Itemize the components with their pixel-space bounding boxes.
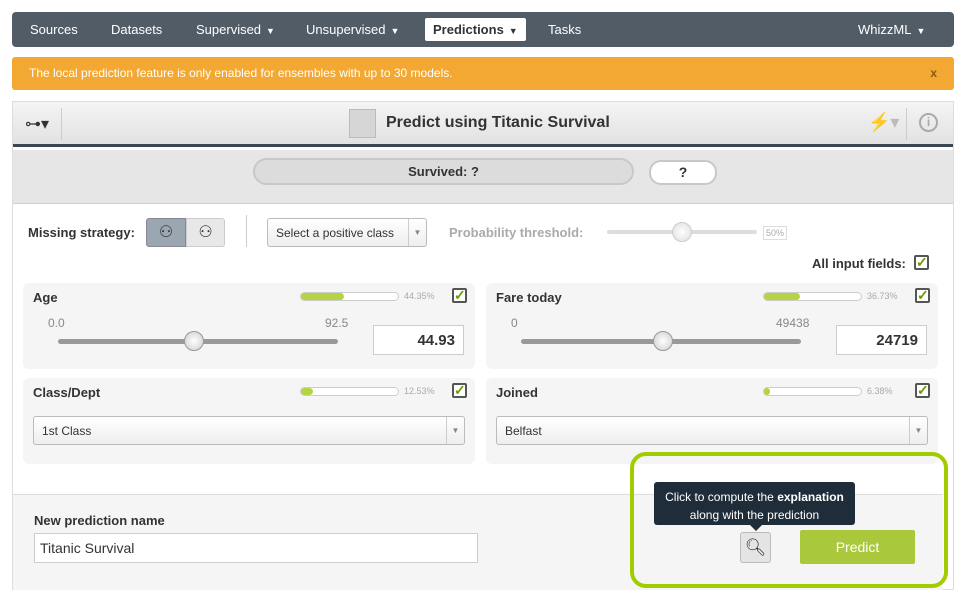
range-max: 49438 <box>776 316 810 330</box>
field-name: Age <box>33 290 58 305</box>
prediction-name-input[interactable]: Titanic Survival <box>34 533 478 563</box>
threshold-label: Probability threshold: <box>449 225 584 240</box>
magnifier-icon: 🔍︎ <box>744 538 767 557</box>
range-max: 92.5 <box>325 316 349 330</box>
importance-bar <box>300 387 399 396</box>
panel-header: ⊶▾ Predict using Titanic Survival ⚡▾ i <box>13 102 953 147</box>
top-navbar: Sources Datasets Supervised ▼ Unsupervise… <box>12 12 954 47</box>
field-checkbox[interactable]: ✓ <box>452 383 467 398</box>
tooltip-text: along with the prediction <box>689 508 820 522</box>
alert-text: The local prediction feature is only ena… <box>29 66 453 80</box>
field-name: Class/Dept <box>33 385 101 400</box>
result-band: Survived: ? ? <box>13 150 953 204</box>
nav-label: Tasks <box>548 22 582 37</box>
info-icon[interactable]: i <box>919 113 938 132</box>
missing-strategy-label: Missing strategy: <box>28 225 135 240</box>
model-tree-icon[interactable]: ⊶▾ <box>25 114 49 134</box>
caret-down-icon: ▼ <box>916 26 926 36</box>
form-icon <box>349 109 376 138</box>
nav-label: Unsupervised <box>306 22 386 37</box>
divider <box>246 215 247 247</box>
prediction-name-label: New prediction name <box>34 513 165 528</box>
caret-down-icon: ▼ <box>446 417 464 444</box>
nav-label: Datasets <box>111 22 163 37</box>
class-select[interactable]: 1st Class ▼ <box>33 416 465 445</box>
age-input[interactable]: 44.93 <box>373 325 464 355</box>
prediction-result: Survived: ? <box>253 158 634 185</box>
lightning-icon[interactable]: ⚡▾ <box>868 112 899 133</box>
threshold-value: 50% <box>763 226 788 240</box>
nav-label: Predictions <box>433 22 504 37</box>
nav-label: Supervised <box>196 22 262 37</box>
caret-down-icon: ▼ <box>266 26 275 36</box>
field-checkbox[interactable]: ✓ <box>452 288 467 303</box>
joined-select[interactable]: Belfast ▼ <box>496 416 928 445</box>
range-min: 0 <box>511 316 518 330</box>
nav-sources[interactable]: Sources <box>30 12 78 47</box>
importance-value: 44.35% <box>404 291 435 301</box>
alert-banner: The local prediction feature is only ena… <box>12 57 954 90</box>
nav-label: Sources <box>30 22 78 37</box>
proportional-strategy-button[interactable]: ⚇ <box>186 218 225 247</box>
fare-input[interactable]: 24719 <box>836 325 927 355</box>
nav-unsupervised[interactable]: Unsupervised ▼ <box>306 12 399 47</box>
caret-down-icon: ▼ <box>508 26 518 36</box>
all-fields-label: All input fields: <box>812 256 906 271</box>
caret-down-icon: ▼ <box>909 417 927 444</box>
nav-whizzml[interactable]: WhizzML ▼ <box>858 12 925 47</box>
last-prediction-strategy-button[interactable]: ⚇ <box>146 218 186 247</box>
close-alert-button[interactable]: x <box>930 57 937 90</box>
tooltip-arrow <box>750 525 762 531</box>
importance-value: 36.73% <box>867 291 898 301</box>
nav-label: WhizzML <box>858 22 912 37</box>
tooltip-bold: explanation <box>777 490 844 504</box>
nav-datasets[interactable]: Datasets <box>111 12 162 47</box>
predict-button[interactable]: Predict <box>800 530 915 564</box>
importance-bar <box>300 292 399 301</box>
select-value: 1st Class <box>42 424 92 438</box>
select-value: Select a positive class <box>276 226 395 240</box>
importance-bar <box>763 387 862 396</box>
caret-down-icon: ▼ <box>390 26 400 36</box>
field-name: Joined <box>496 385 538 400</box>
field-checkbox[interactable]: ✓ <box>915 288 930 303</box>
importance-value: 6.38% <box>867 386 893 396</box>
all-fields-checkbox[interactable]: ✓ <box>914 255 929 270</box>
explanation-tooltip: Click to compute the explanation along wi… <box>654 482 855 525</box>
range-min: 0.0 <box>48 316 65 330</box>
tooltip-text: Click to compute the <box>665 490 778 504</box>
importance-bar <box>763 292 862 301</box>
divider <box>906 108 907 140</box>
nav-tasks[interactable]: Tasks <box>548 12 581 47</box>
divider <box>61 108 62 140</box>
importance-value: 12.53% <box>404 386 435 396</box>
slider-knob[interactable] <box>653 331 673 351</box>
nav-predictions[interactable]: Predictions ▼ <box>425 18 526 41</box>
slider-knob[interactable] <box>184 331 204 351</box>
field-card-class: Class/Dept 12.53% ✓ 1st Class ▼ <box>23 378 475 464</box>
prediction-value-bubble: ? <box>649 160 717 185</box>
field-name: Fare today <box>496 290 562 305</box>
caret-down-icon: ▼ <box>408 219 426 246</box>
page-title: Predict using Titanic Survival <box>386 114 610 131</box>
field-card-age: Age 44.35% ✓ 0.0 92.5 44.93 <box>23 283 475 369</box>
field-card-fare: Fare today 36.73% ✓ 0 49438 24719 <box>486 283 938 369</box>
nav-supervised[interactable]: Supervised ▼ <box>196 12 275 47</box>
explanation-button[interactable]: 🔍︎ <box>740 532 771 563</box>
field-checkbox[interactable]: ✓ <box>915 383 930 398</box>
select-value: Belfast <box>505 424 542 438</box>
threshold-knob[interactable] <box>672 222 692 242</box>
positive-class-select[interactable]: Select a positive class ▼ <box>267 218 427 247</box>
